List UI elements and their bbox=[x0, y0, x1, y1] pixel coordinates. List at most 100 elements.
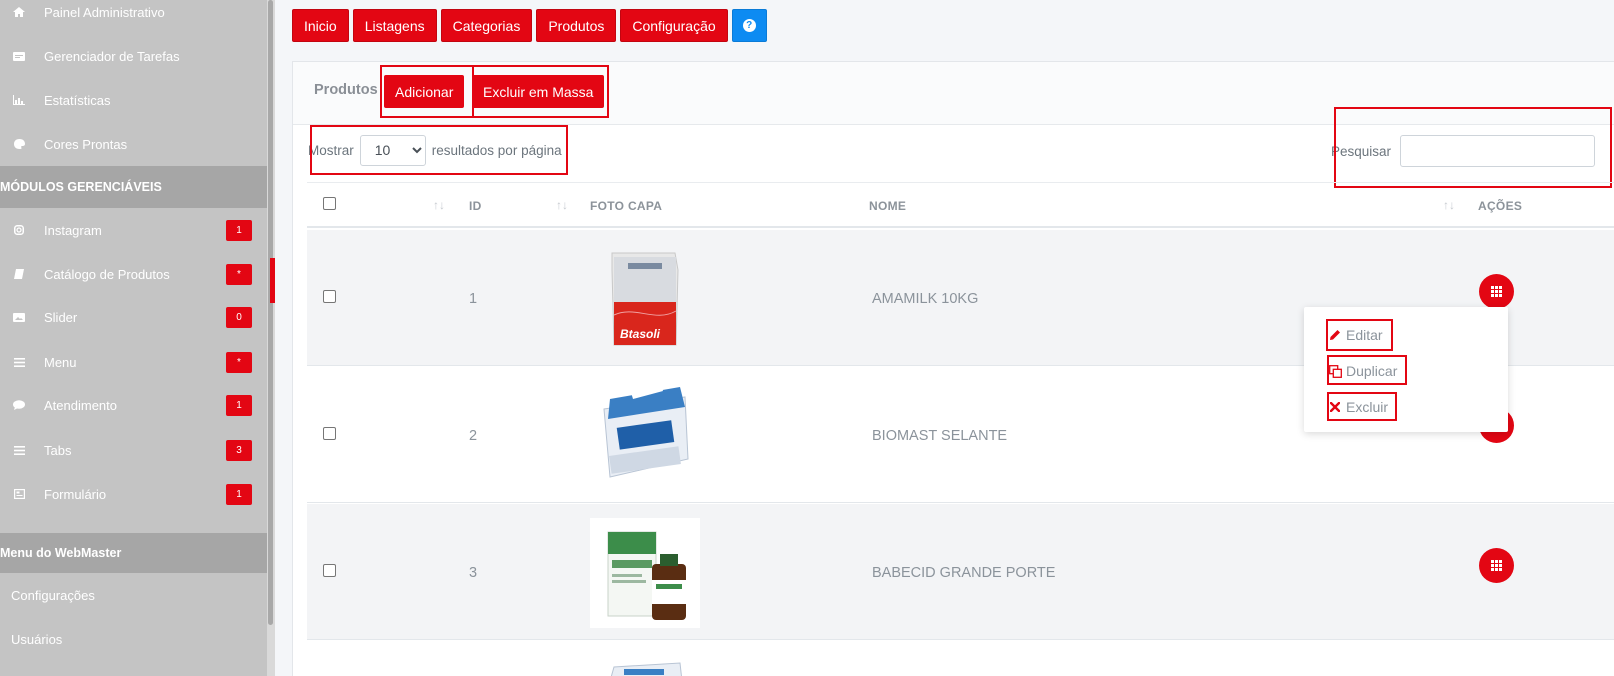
column-header-id[interactable]: ID bbox=[469, 199, 482, 213]
sidebar-scrollbar-thumb[interactable] bbox=[268, 0, 273, 625]
sidebar-item-catalogo[interactable]: Catálogo de Produtos * bbox=[0, 253, 268, 295]
badge: 3 bbox=[226, 439, 252, 461]
search-input[interactable] bbox=[1400, 135, 1595, 167]
badge: * bbox=[226, 351, 252, 373]
row-name: BIOMAST SELANTE bbox=[872, 428, 1008, 444]
sidebar-item-label: Painel Administrativo bbox=[44, 4, 165, 20]
sidebar-item-label: Atendimento bbox=[44, 397, 117, 413]
sidebar-item-label: Catálogo de Produtos bbox=[44, 266, 170, 282]
sidebar-item-instagram[interactable]: Instagram 1 bbox=[0, 209, 268, 251]
sidebar-item-label: Cores Prontas bbox=[44, 136, 128, 152]
table-row bbox=[307, 641, 1614, 676]
close-icon bbox=[1328, 402, 1342, 412]
length-prefix: Mostrar bbox=[308, 142, 354, 158]
book-icon bbox=[10, 269, 28, 279]
badge: 0 bbox=[226, 306, 252, 328]
nav-configuracao-button[interactable]: Configuração bbox=[620, 9, 728, 42]
sidebar-item-label: Usuários bbox=[11, 631, 63, 647]
badge: 1 bbox=[226, 483, 252, 505]
row-checkbox[interactable] bbox=[323, 290, 336, 303]
column-header-photo[interactable]: FOTO CAPA bbox=[590, 199, 662, 213]
edit-label: Editar bbox=[1346, 327, 1383, 343]
row-actions-dropdown: Editar Duplicar Excluir bbox=[1304, 307, 1508, 432]
sidebar-item-usuarios[interactable]: Usuários bbox=[0, 617, 268, 661]
sidebar-item-formulario[interactable]: Formulário 1 bbox=[0, 473, 268, 515]
product-image bbox=[590, 518, 700, 628]
row-id: 1 bbox=[469, 291, 478, 307]
column-header-name[interactable]: NOME bbox=[869, 199, 906, 213]
card-header: Produtos Adicionar Excluir em Massa bbox=[293, 62, 1614, 125]
sidebar-item-label: Formulário bbox=[44, 486, 107, 502]
edit-menu-item[interactable]: Editar bbox=[1328, 327, 1383, 343]
sort-icon[interactable]: ↑↓ bbox=[433, 198, 445, 212]
select-all-checkbox[interactable] bbox=[323, 197, 336, 210]
product-image bbox=[590, 659, 700, 676]
sort-icon[interactable]: ↑↓ bbox=[556, 198, 568, 212]
add-button[interactable]: Adicionar bbox=[384, 75, 465, 108]
sidebar-item-label: Instagram bbox=[44, 222, 102, 238]
duplicate-menu-item[interactable]: Duplicar bbox=[1328, 363, 1397, 379]
sidebar-item-atendimento[interactable]: Atendimento 1 bbox=[0, 384, 268, 426]
sidebar-item-label: Slider bbox=[44, 309, 78, 325]
help-icon: ? bbox=[742, 19, 756, 32]
row-checkbox[interactable] bbox=[323, 564, 336, 577]
list-icon bbox=[10, 445, 28, 455]
pencil-icon bbox=[1328, 329, 1342, 341]
sidebar-item-tarefas[interactable]: Gerenciador de Tarefas bbox=[0, 35, 268, 77]
help-button[interactable]: ? bbox=[731, 9, 767, 42]
duplicate-label: Duplicar bbox=[1346, 363, 1398, 379]
sidebar-item-estatisticas[interactable]: Estatísticas bbox=[0, 79, 268, 121]
card-title: Produtos bbox=[314, 82, 378, 98]
row-actions-button[interactable] bbox=[1479, 548, 1514, 583]
grid-icon bbox=[1491, 560, 1502, 571]
product-brand-text: Btasoli bbox=[620, 327, 661, 341]
image-icon bbox=[10, 312, 28, 322]
row-id: 3 bbox=[469, 565, 478, 581]
active-item-marker bbox=[270, 258, 275, 303]
sidebar-item-label: Configurações bbox=[11, 587, 95, 603]
sidebar-section-webmaster: Menu do WebMaster bbox=[0, 533, 268, 573]
nav-listagens-button[interactable]: Listagens bbox=[352, 9, 437, 42]
sidebar-item-painel[interactable]: Painel Administrativo bbox=[0, 0, 268, 33]
table-header: ↑↓ ID ↑↓ FOTO CAPA NOME ↑↓ AÇÕES bbox=[307, 182, 1614, 228]
length-suffix: resultados por página bbox=[431, 142, 562, 158]
palette-icon bbox=[10, 139, 28, 149]
chat-icon bbox=[10, 400, 28, 410]
page-length-select[interactable]: 10 bbox=[359, 134, 426, 166]
row-name: AMAMILK 10KG bbox=[872, 291, 979, 307]
bulk-delete-button[interactable]: Excluir em Massa bbox=[472, 75, 605, 108]
form-icon bbox=[10, 489, 28, 499]
table-row: 3 BABECID GRANDE PORTE bbox=[307, 504, 1614, 640]
search-label: Pesquisar bbox=[1331, 144, 1392, 159]
sidebar-item-label: Estatísticas bbox=[44, 92, 111, 108]
sidebar-section-modules: MÓDULOS GERENCIÁVEIS bbox=[0, 166, 268, 208]
delete-menu-item[interactable]: Excluir bbox=[1328, 399, 1388, 415]
sidebar: Painel Administrativo Gerenciador de Tar… bbox=[0, 0, 268, 676]
bars-icon bbox=[10, 357, 28, 367]
sidebar-item-cores[interactable]: Cores Prontas bbox=[0, 123, 268, 165]
nav-inicio-button[interactable]: Inicio bbox=[292, 9, 349, 42]
sidebar-item-label: Menu bbox=[44, 354, 77, 370]
sort-icon[interactable]: ↑↓ bbox=[1443, 198, 1455, 212]
badge: 1 bbox=[226, 219, 252, 241]
row-actions-button[interactable] bbox=[1479, 274, 1514, 309]
nav-categorias-button[interactable]: Categorias bbox=[440, 9, 533, 42]
row-checkbox[interactable] bbox=[323, 427, 336, 440]
product-image: Btasoli bbox=[590, 245, 700, 355]
sidebar-item-menu[interactable]: Menu * bbox=[0, 341, 268, 383]
top-nav: Inicio Listagens Categorias Produtos Con… bbox=[292, 9, 767, 42]
row-name: BABECID GRANDE PORTE bbox=[872, 565, 1056, 581]
grid-icon bbox=[1491, 286, 1502, 297]
tasks-icon bbox=[10, 51, 28, 61]
sidebar-item-label: Gerenciador de Tarefas bbox=[44, 48, 180, 64]
section-title: MÓDULOS GERENCIÁVEIS bbox=[0, 180, 162, 194]
nav-produtos-button[interactable]: Produtos bbox=[536, 9, 617, 42]
delete-label: Excluir bbox=[1346, 399, 1389, 415]
column-header-actions: AÇÕES bbox=[1478, 199, 1523, 213]
row-id: 2 bbox=[469, 428, 478, 444]
badge: 1 bbox=[226, 394, 252, 416]
sidebar-item-slider[interactable]: Slider 0 bbox=[0, 296, 268, 338]
home-icon bbox=[10, 7, 28, 17]
sidebar-item-configuracoes[interactable]: Configurações bbox=[0, 573, 268, 617]
sidebar-item-tabs[interactable]: Tabs 3 bbox=[0, 429, 268, 471]
